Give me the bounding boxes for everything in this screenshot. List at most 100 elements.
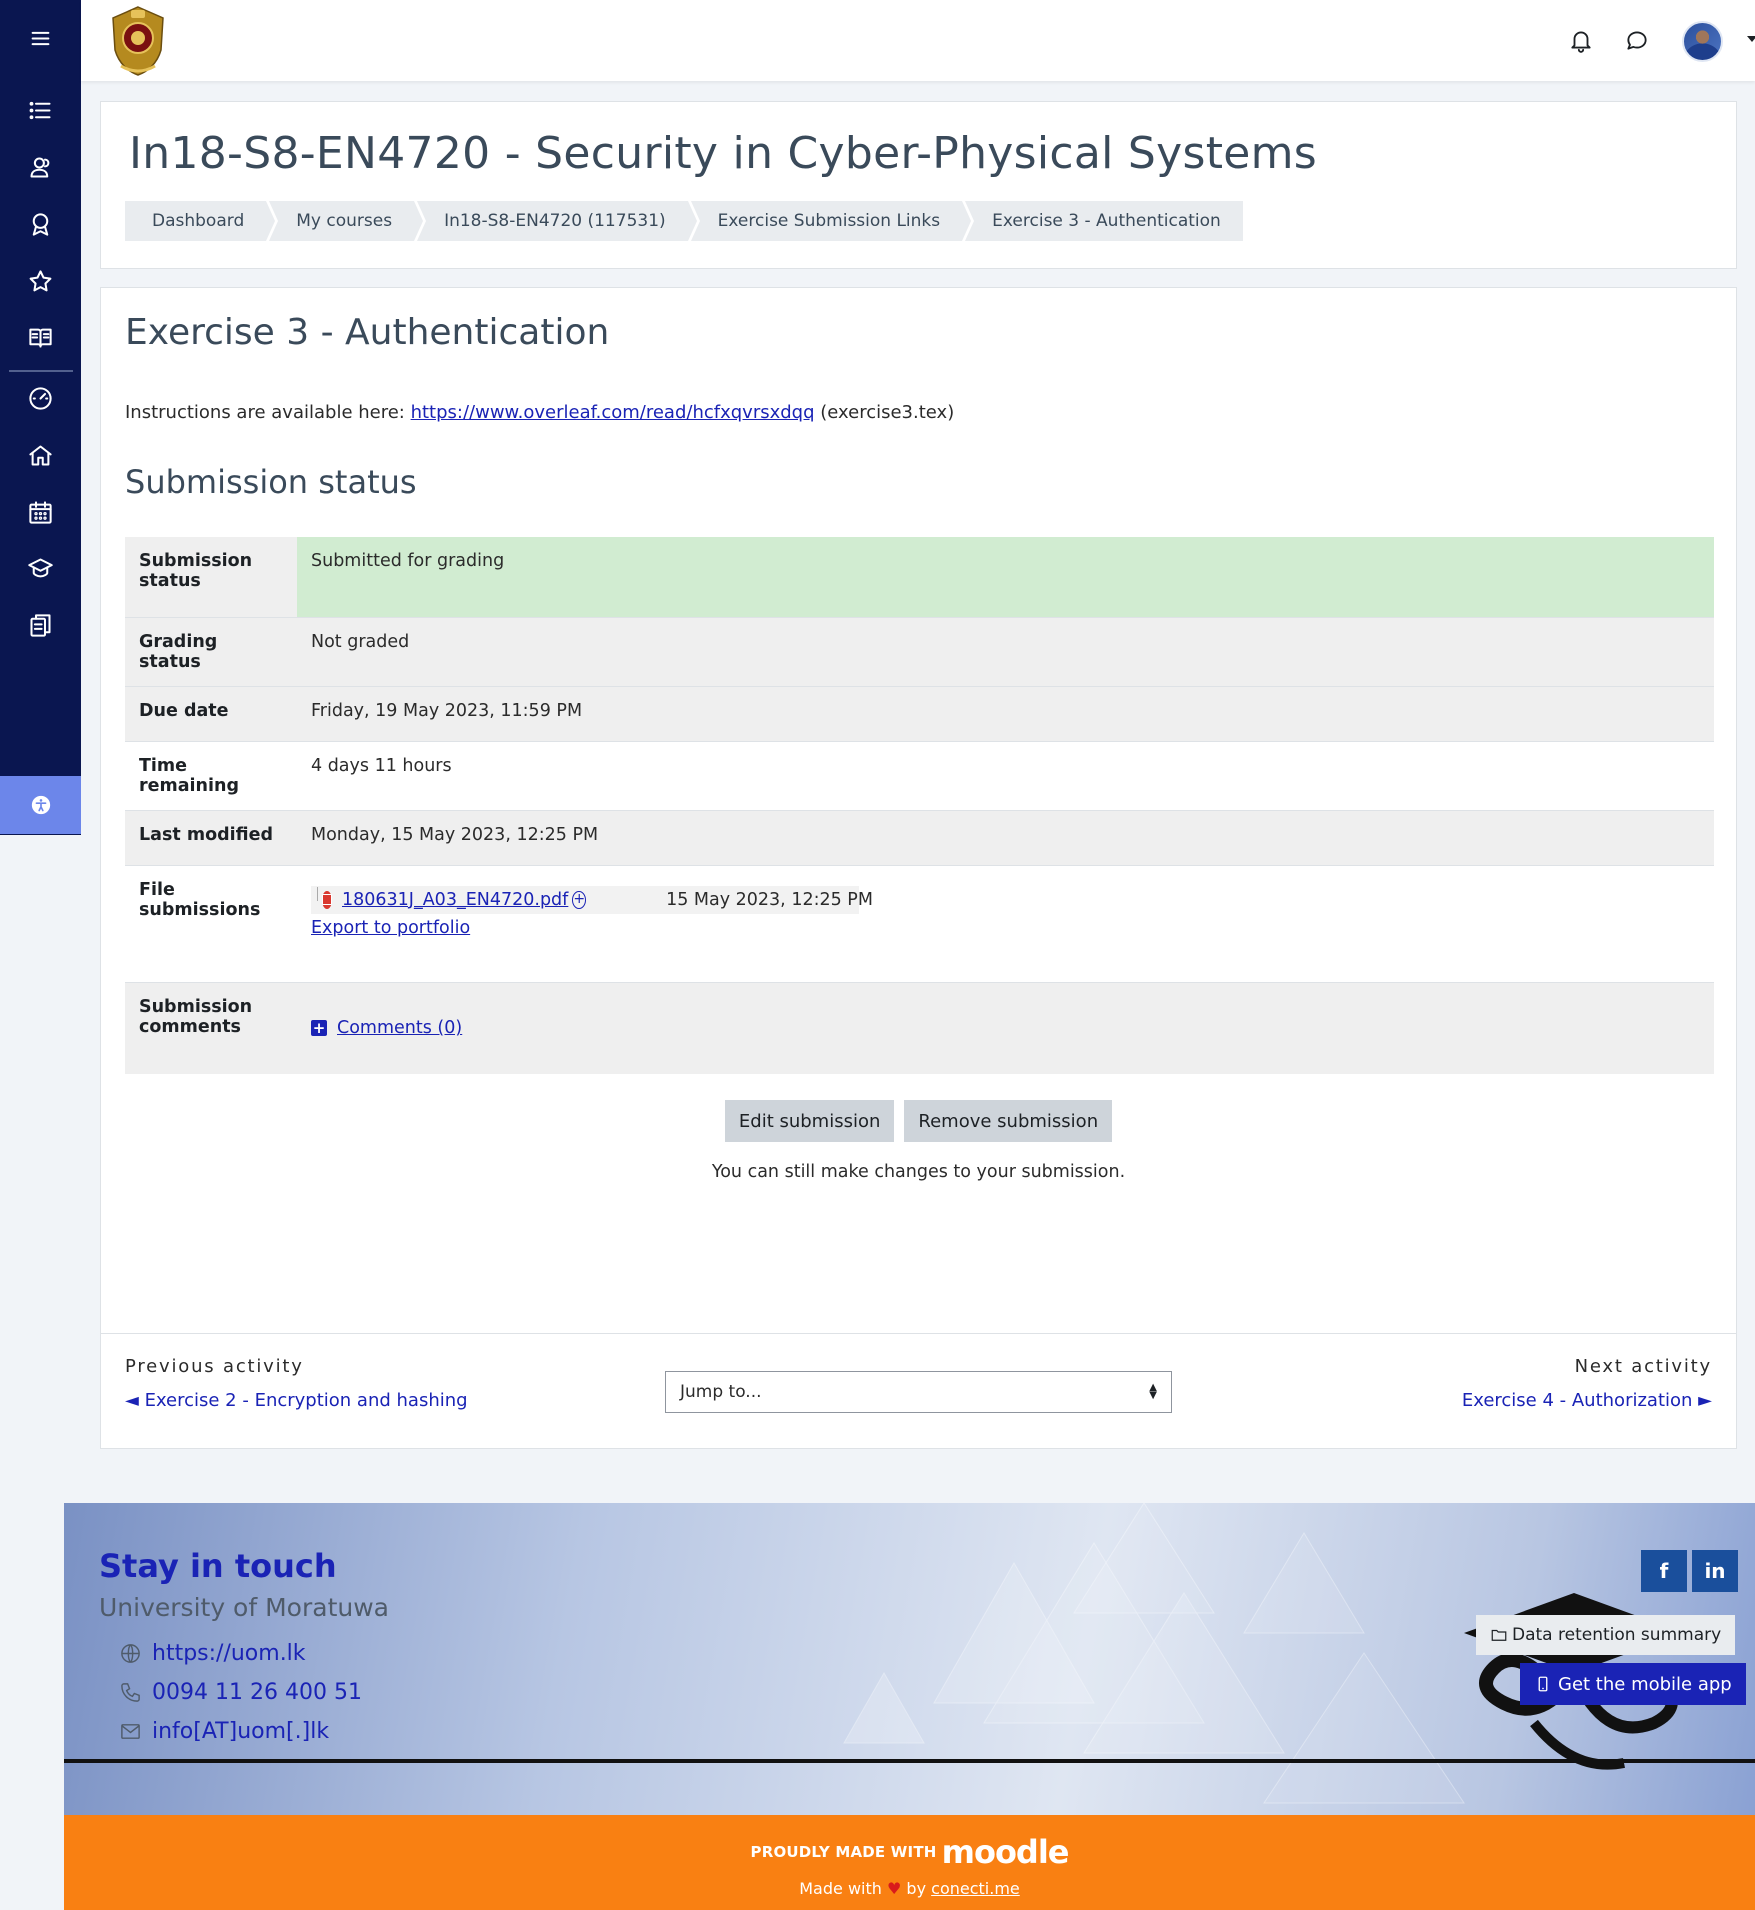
data-retention-label: Data retention summary [1512,1625,1722,1645]
sidebar-item-badges[interactable] [0,200,81,248]
sidebar-item-grades[interactable] [0,313,81,361]
accessibility-icon [31,795,50,815]
university-logo[interactable] [107,4,169,78]
activity-title: Exercise 3 - Authentication [125,312,610,353]
next-activity-label: Next activity [1574,1356,1712,1377]
footer-divider-line [64,1759,1755,1763]
list-icon [29,101,51,119]
breadcrumb: Dashboard My courses In18-S8-EN4720 (117… [125,201,1243,241]
comments-link[interactable]: Comments (0) [337,1018,462,1038]
sidebar-item-private-files[interactable] [0,601,81,649]
sidebar-item-participants[interactable] [0,143,81,191]
home-icon [29,444,52,466]
breadcrumb-current[interactable]: Exercise 3 - Authentication [965,201,1243,241]
instructions-suffix: (exercise3.tex) [814,402,955,423]
row-label: Submission comments [125,981,297,1074]
facebook-icon: f [1659,1559,1669,1583]
breadcrumb-dashboard[interactable]: Dashboard [125,201,279,241]
made-with-text: Made with [799,1879,882,1898]
accessibility-button[interactable] [0,776,81,834]
file-entry: 180631J_A03_EN4720.pdf + 15 May 2023, 12… [311,885,873,914]
heart-icon: ♥ [886,1879,902,1898]
get-mobile-app-button[interactable]: Get the mobile app [1520,1663,1746,1705]
notifications-button[interactable] [1563,22,1599,58]
file-options-plus-icon[interactable]: + [572,890,587,909]
submitted-file-link[interactable]: 180631J_A03_EN4720.pdf [342,890,568,910]
sidebar-divider [9,370,73,372]
proudly-made-with-text: PROUDLY MADE WITH [750,1843,937,1861]
facebook-button[interactable]: f [1641,1550,1687,1592]
sidebar-item-calendar[interactable] [0,488,81,536]
sidebar-item-my-courses[interactable] [0,544,81,592]
row-label: Submission status [125,537,297,617]
course-title: In18-S8-EN4720 - Security in Cyber-Physi… [129,128,1318,179]
user-avatar[interactable] [1682,21,1723,62]
left-sidebar [0,0,81,835]
table-row: Time remaining 4 days 11 hours [125,740,1714,810]
page-header: In18-S8-EN4720 - Security in Cyber-Physi… [100,101,1737,269]
book-icon [29,328,52,348]
submission-status-table: Submission status Submitted for grading … [125,537,1714,1074]
next-activity-link[interactable]: Exercise 4 - Authorization ► [1462,1390,1712,1411]
breadcrumb-my-courses[interactable]: My courses [269,201,426,241]
sidebar-item-home[interactable] [0,431,81,479]
hamburger-icon [31,31,50,45]
university-name: University of Moratuwa [99,1593,389,1622]
credit-link[interactable]: conecti.me [931,1879,1020,1898]
breadcrumb-section[interactable]: Exercise Submission Links [690,201,975,241]
submission-status-heading: Submission status [125,463,417,501]
submission-actions: Edit submission Remove submission [101,1100,1736,1142]
website-text: https://uom.lk [152,1641,306,1666]
top-navbar [81,0,1755,81]
grading-status-value: Not graded [297,616,1714,686]
select-arrows-icon: ▲ ▼ [1149,1382,1157,1401]
edit-note: You can still make changes to your submi… [711,1162,1126,1182]
time-remaining-value: 4 days 11 hours [297,740,1714,810]
badge-icon [32,212,49,236]
last-modified-value: Monday, 15 May 2023, 12:25 PM [297,809,1714,865]
participants-icon [30,156,50,178]
table-row: Due date Friday, 19 May 2023, 11:59 PM [125,685,1714,741]
submission-comments-value: + Comments (0) [297,981,1714,1074]
jump-to-placeholder: Jump to... [680,1382,762,1402]
linkedin-button[interactable]: in [1692,1550,1738,1592]
previous-activity-link[interactable]: ◄ Exercise 2 - Encryption and hashing [125,1390,468,1411]
folder-icon [1491,1629,1507,1641]
row-label: Grading status [125,616,297,686]
menu-toggle-button[interactable] [0,14,81,62]
pdf-file-icon [322,890,332,909]
submission-status-value: Submitted for grading [297,537,1714,617]
sidebar-item-competencies[interactable] [0,257,81,305]
moodle-logo: moodle [941,1833,1070,1871]
messages-button[interactable] [1619,22,1655,58]
phone-link[interactable]: 0094 11 26 400 51 [119,1680,362,1705]
breadcrumb-course[interactable]: In18-S8-EN4720 (117531) [417,201,700,241]
website-link[interactable]: https://uom.lk [119,1641,306,1666]
instructions-prefix: Instructions are available here: [125,402,411,423]
comments-toggle[interactable]: + Comments (0) [311,1018,462,1038]
table-row: Last modified Monday, 15 May 2023, 12:25… [125,809,1714,865]
table-row: Submission comments + Comments (0) [125,981,1714,1074]
tree-connector [317,886,318,901]
main-content: Exercise 3 - Authentication Instructions… [100,287,1737,1449]
export-to-portfolio-link[interactable]: Export to portfolio [311,918,470,938]
stay-in-touch-title: Stay in touch [99,1547,337,1585]
sidebar-item-course-index[interactable] [0,86,81,134]
data-retention-button[interactable]: Data retention summary [1476,1615,1736,1655]
made-with-moodle[interactable]: PROUDLY MADE WITH moodle [64,1833,1755,1871]
edit-submission-button[interactable]: Edit submission [724,1100,895,1142]
sidebar-item-dashboard[interactable] [0,374,81,422]
calendar-icon [29,500,52,524]
email-link[interactable]: info[AT]uom[.]lk [119,1719,329,1744]
mobile-phone-icon [1538,1676,1548,1692]
jump-to-select[interactable]: Jump to... ▲ ▼ [665,1371,1172,1413]
email-text: info[AT]uom[.]lk [152,1719,330,1744]
activity-navigation: Previous activity ◄ Exercise 2 - Encrypt… [101,1333,1736,1449]
table-row: File submissions 180631J_A03_EN4720.pdf … [125,864,1714,982]
instructions-text: Instructions are available here: https:/… [125,402,954,423]
remove-submission-button[interactable]: Remove submission [904,1100,1113,1142]
user-menu-caret-icon[interactable] [1747,36,1755,42]
instructions-link[interactable]: https://www.overleaf.com/read/hcfxqvrsxd… [411,402,815,423]
files-icon [30,613,51,637]
by-text: by [906,1879,927,1898]
